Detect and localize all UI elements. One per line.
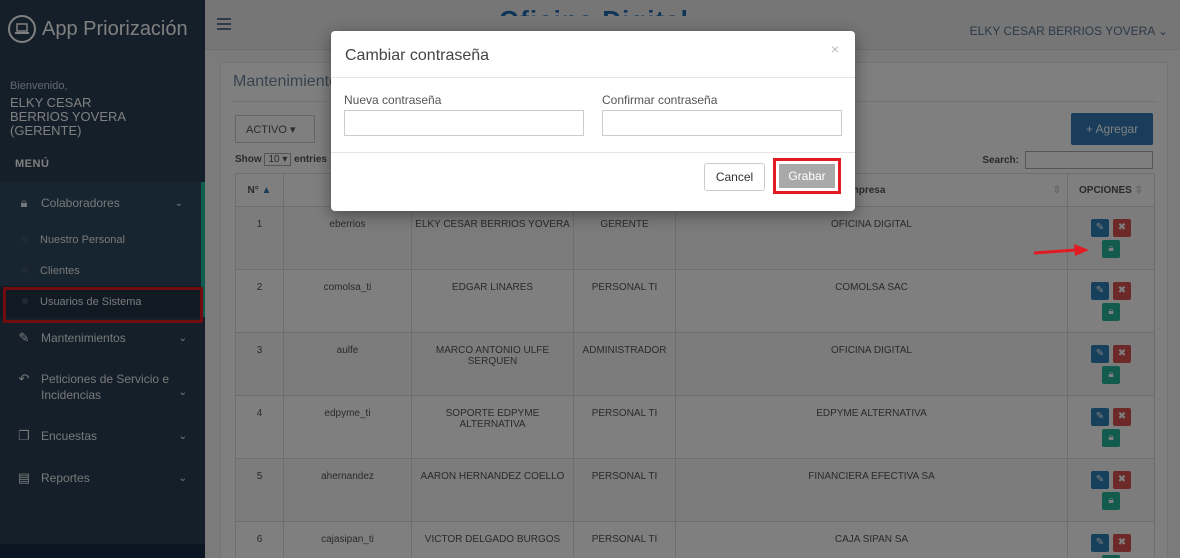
confirm-password-input[interactable] xyxy=(602,110,842,136)
modal-title: Cambiar contraseña xyxy=(345,47,490,64)
modal-footer: Cancel Grabar xyxy=(331,153,855,209)
modal-body: Nueva contraseña Confirmar contraseña xyxy=(331,78,855,153)
new-password-label: Nueva contraseña xyxy=(344,93,442,107)
confirm-password-label: Confirmar contraseña xyxy=(602,93,718,107)
close-icon[interactable]: × xyxy=(831,41,839,57)
modal-header: Cambiar contraseña × xyxy=(331,31,855,78)
save-button[interactable]: Grabar xyxy=(779,164,835,188)
new-password-input[interactable] xyxy=(344,110,584,136)
change-password-modal: Cambiar contraseña × Nueva contraseña Co… xyxy=(331,31,855,211)
annotation-arrow xyxy=(1033,244,1089,256)
highlight-box-save: Grabar xyxy=(773,158,841,194)
cancel-button[interactable]: Cancel xyxy=(704,163,765,191)
